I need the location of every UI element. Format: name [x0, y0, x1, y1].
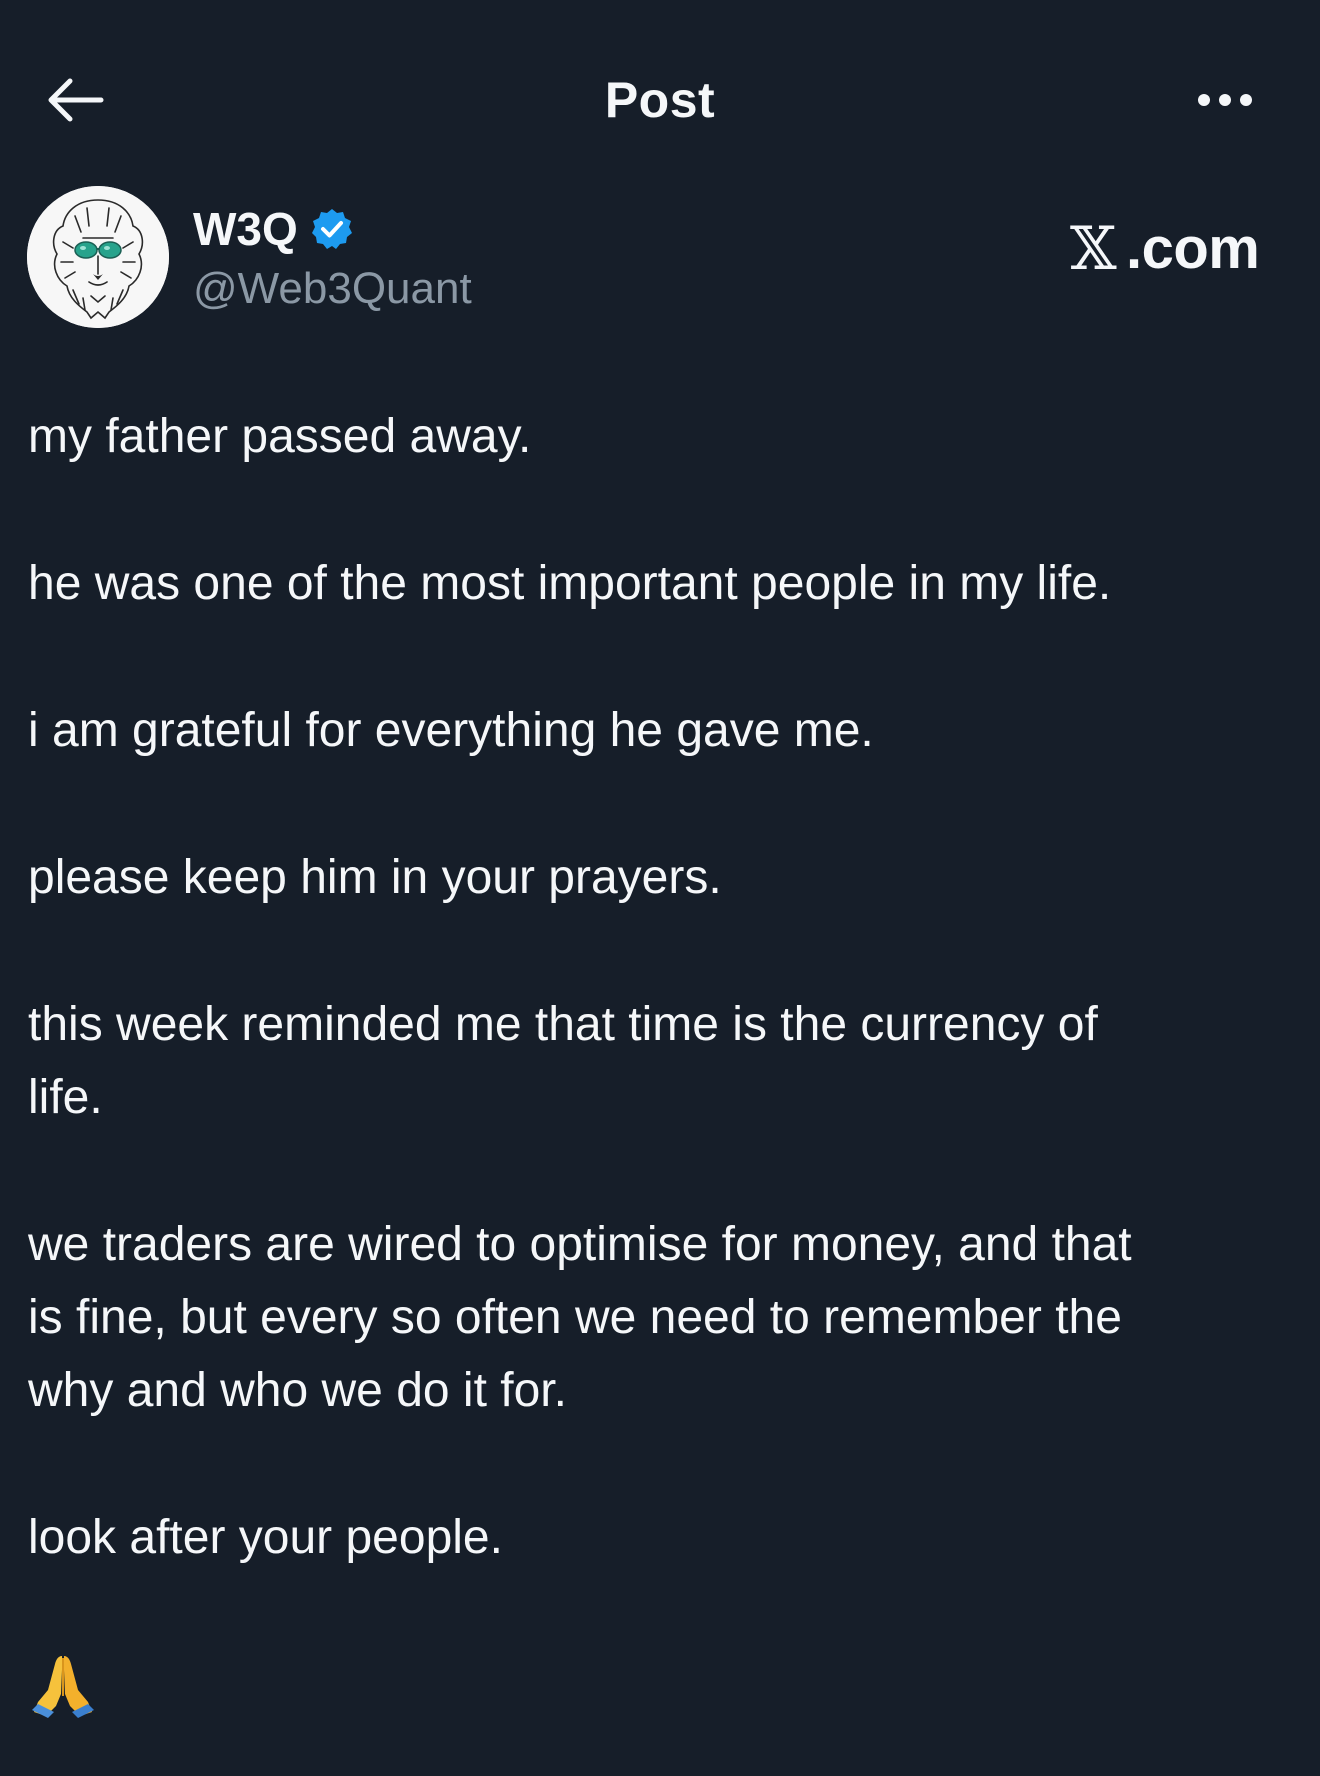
x-logo-icon: 𝕏 — [1070, 214, 1117, 284]
brand-watermark: 𝕏 .com — [1070, 214, 1260, 284]
post-paragraph: he was one of the most important people … — [28, 557, 1112, 610]
author-name-row: W3Q — [193, 202, 354, 256]
avatar[interactable] — [27, 186, 169, 328]
verified-badge-icon — [311, 209, 352, 249]
post-paragraph: this week reminded me that time is the c… — [28, 998, 1098, 1124]
page-title: Post — [604, 72, 716, 128]
author-handle[interactable]: @Web3Quant — [193, 262, 472, 316]
brand-domain-text: .com — [1126, 216, 1260, 281]
more-options-button[interactable] — [1190, 78, 1260, 122]
folded-hands-emoji-icon — [32, 1656, 94, 1718]
post-paragraph: please keep him in your prayers. — [28, 851, 722, 904]
more-horizontal-icon — [1198, 94, 1210, 106]
post-header: W3Q @Web3Quant 𝕏 .com — [0, 180, 1320, 340]
post-paragraph: my father passed away. — [28, 410, 532, 463]
lion-avatar-icon — [27, 186, 169, 328]
top-bar: Post — [0, 0, 1320, 168]
more-dot — [1240, 94, 1252, 106]
post-body: my father passed away. he was one of the… — [28, 400, 1298, 1648]
post-paragraph: i am grateful for everything he gave me. — [28, 704, 874, 757]
author-display-name[interactable]: W3Q — [193, 202, 298, 256]
post-paragraph: we traders are wired to optimise for mon… — [28, 1218, 1132, 1417]
more-dot — [1219, 94, 1231, 106]
post-paragraph: look after your people. — [28, 1511, 503, 1564]
